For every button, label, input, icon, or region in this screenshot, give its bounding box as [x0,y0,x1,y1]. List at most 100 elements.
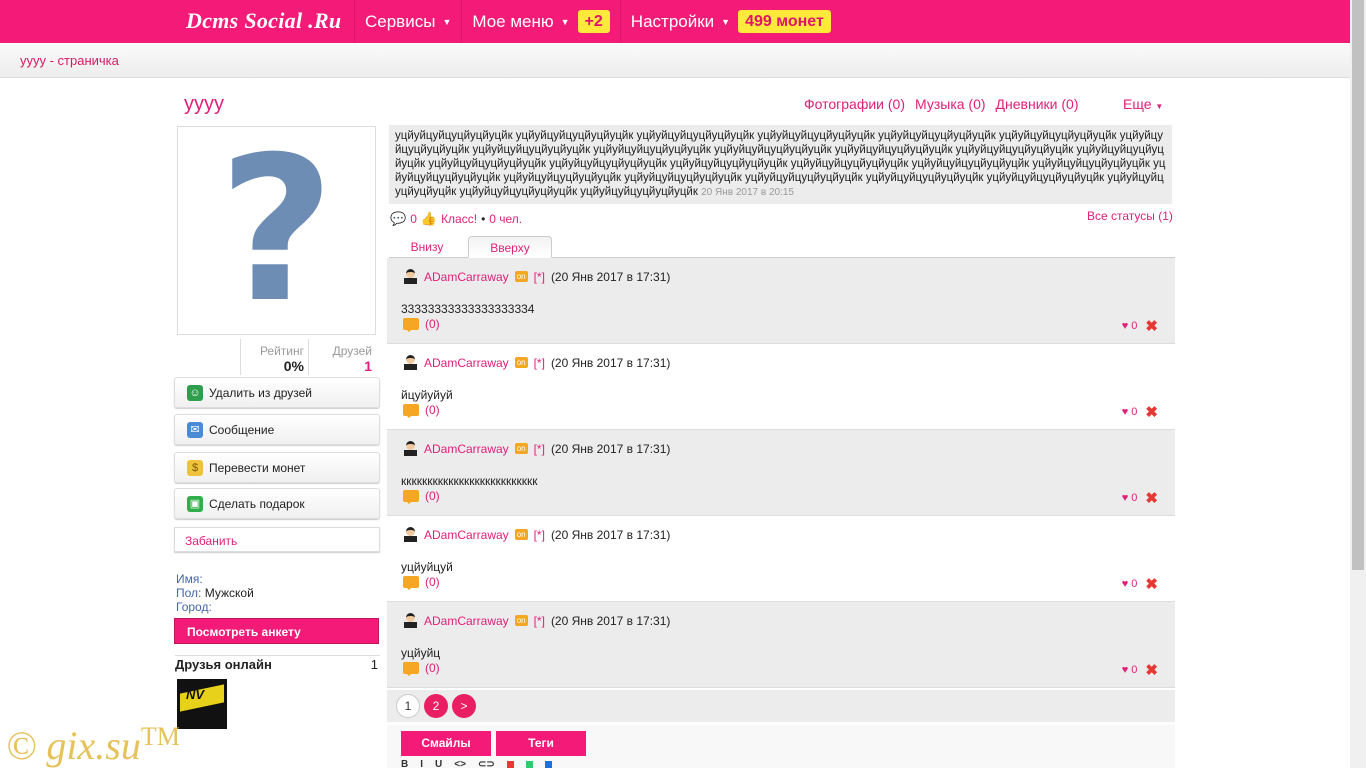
more-menu[interactable]: Еще ▼ [1123,96,1163,112]
post-header: ADamCarraway on [*] (20 Янв 2017 в 17:31) [403,613,670,628]
tab-bottom[interactable]: Внизу [389,236,465,258]
like-button[interactable]: Класс! [441,212,477,226]
delete-icon[interactable]: ✖ [1145,575,1158,593]
user-avatar-icon [403,441,418,456]
coins-badge[interactable]: 499 монет [738,10,831,33]
post-mark-link[interactable]: [*] [534,614,545,628]
user-avatar-icon [403,355,418,370]
post-likes[interactable]: ♥ 0 [1122,320,1138,332]
post-comments[interactable]: (0) [403,403,440,418]
gift-button[interactable]: ▣ Сделать подарок [174,488,380,519]
post-text: кккккккккккккккккккккккккк [401,474,538,488]
delete-icon[interactable]: ✖ [1145,403,1158,421]
green-color-tool[interactable] [525,761,533,768]
online-badge: on [514,529,528,540]
post-actions: ♥ 0 ✖ [1122,317,1158,335]
post-comments-count[interactable]: (0) [425,575,440,589]
delete-icon[interactable]: ✖ [1145,661,1158,679]
post-likes[interactable]: ♥ 0 [1122,578,1138,590]
tags-button[interactable]: Теги [496,731,586,756]
online-badge: on [514,357,528,368]
post-mark-link[interactable]: [*] [534,442,545,456]
smiles-button[interactable]: Смайлы [401,731,491,756]
post-date: (20 Янв 2017 в 17:31) [550,441,671,456]
site-logo[interactable]: Dcms Social .Ru [186,8,341,34]
bold-tool[interactable]: B [401,759,408,770]
message-button[interactable]: ✉ Сообщение [174,414,380,445]
message-label: Сообщение [209,422,275,437]
nav-my-menu[interactable]: Мое меню ▼ +2 [461,0,619,43]
more-label: Еще [1123,96,1152,112]
view-profile-button[interactable]: Посмотреть анкету [174,618,379,644]
post-author[interactable]: ADamCarraway [424,442,509,456]
page-next[interactable]: > [452,694,476,718]
scrollbar-thumb[interactable] [1352,0,1364,570]
post-mark-link[interactable]: [*] [534,528,545,542]
sort-tabs: Внизу Вверху [389,236,1175,258]
users-icon: ☺ [187,384,203,401]
page-1[interactable]: 1 [396,694,420,718]
thumb-up-icon: 👍 [420,211,438,226]
nav-services[interactable]: Сервисы ▼ [354,0,461,43]
coins-icon: $ [187,459,203,476]
watermark: © gix.suTM [6,722,180,769]
post-comments-count[interactable]: (0) [425,489,440,503]
link-tool[interactable]: ⊂⊃ [478,759,495,770]
delete-icon[interactable]: ✖ [1145,317,1158,335]
breadcrumb[interactable]: уууу - страничка [20,53,119,68]
user-avatar-icon [403,527,418,542]
post-comments-count[interactable]: (0) [425,403,440,417]
comment-bubble-icon [403,576,419,590]
rating-value: 0% [283,358,304,374]
ban-button[interactable]: Забанить [174,527,380,552]
post-comments[interactable]: (0) [403,575,440,590]
post-author[interactable]: ADamCarraway [424,356,509,370]
post-author[interactable]: ADamCarraway [424,614,509,628]
list-item: ADamCarraway on [*] (20 Янв 2017 в 17:31) 33… [387,258,1175,344]
online-badge: on [514,271,528,282]
delete-icon[interactable]: ✖ [1145,489,1158,507]
post-mark-link[interactable]: [*] [534,356,545,370]
friends-stat[interactable]: Друзей 1 [308,339,376,375]
scrollbar[interactable] [1350,0,1366,768]
all-statuses-link[interactable]: Все статусы (1) [1087,209,1173,223]
post-comments-count[interactable]: (0) [425,661,440,675]
post-likes[interactable]: ♥ 0 [1122,406,1138,418]
post-comments[interactable]: (0) [403,489,440,504]
post-comments-count[interactable]: (0) [425,317,440,331]
transfer-coins-button[interactable]: $ Перевести монет [174,452,380,483]
diaries-link[interactable]: Дневники (0) [996,96,1079,112]
status-date: 20 Янв 2017 в 20:15 [701,187,794,198]
post-author[interactable]: ADamCarraway [424,528,509,542]
code-tool[interactable]: <> [454,759,466,770]
post-mark-link[interactable]: [*] [534,270,545,284]
nav-services-label: Сервисы [365,11,436,31]
avatar[interactable]: ? [177,114,376,347]
status-comments-count[interactable]: 0 [410,212,417,226]
post-likes[interactable]: ♥ 0 [1122,664,1138,676]
blue-color-tool[interactable] [544,761,552,768]
notifications-badge[interactable]: +2 [577,10,610,33]
profile-info: Имя: Пол: Мужской Город: [176,572,254,614]
photos-link[interactable]: Фотографии (0) [804,96,905,112]
red-color-tool[interactable] [506,761,514,768]
top-bar: Dcms Social .Ru Сервисы ▼ Мое меню ▼ +2 Нас… [0,0,1350,43]
friends-value[interactable]: 1 [309,358,372,374]
friend-avatar[interactable]: NV [177,679,227,729]
nav-my-menu-label: Мое меню [472,11,554,31]
tab-top[interactable]: Вверху [468,236,552,258]
underline-tool[interactable]: U [435,759,442,770]
user-avatar-icon [403,613,418,628]
post-author[interactable]: ADamCarraway [424,270,509,284]
envelope-icon: ✉ [187,421,203,438]
post-likes[interactable]: ♥ 0 [1122,492,1138,504]
nav-settings[interactable]: Настройки ▼ 499 монет [619,0,841,43]
remove-friend-button[interactable]: ☺ Удалить из друзей [174,377,380,408]
likes-people[interactable]: 0 чел. [489,212,522,226]
music-link[interactable]: Музыка (0) [915,96,986,112]
italic-tool[interactable]: I [420,759,423,770]
post-comments[interactable]: (0) [403,317,440,332]
caret-down-icon: ▼ [721,16,731,27]
page-2[interactable]: 2 [424,694,448,718]
post-comments[interactable]: (0) [403,661,440,676]
